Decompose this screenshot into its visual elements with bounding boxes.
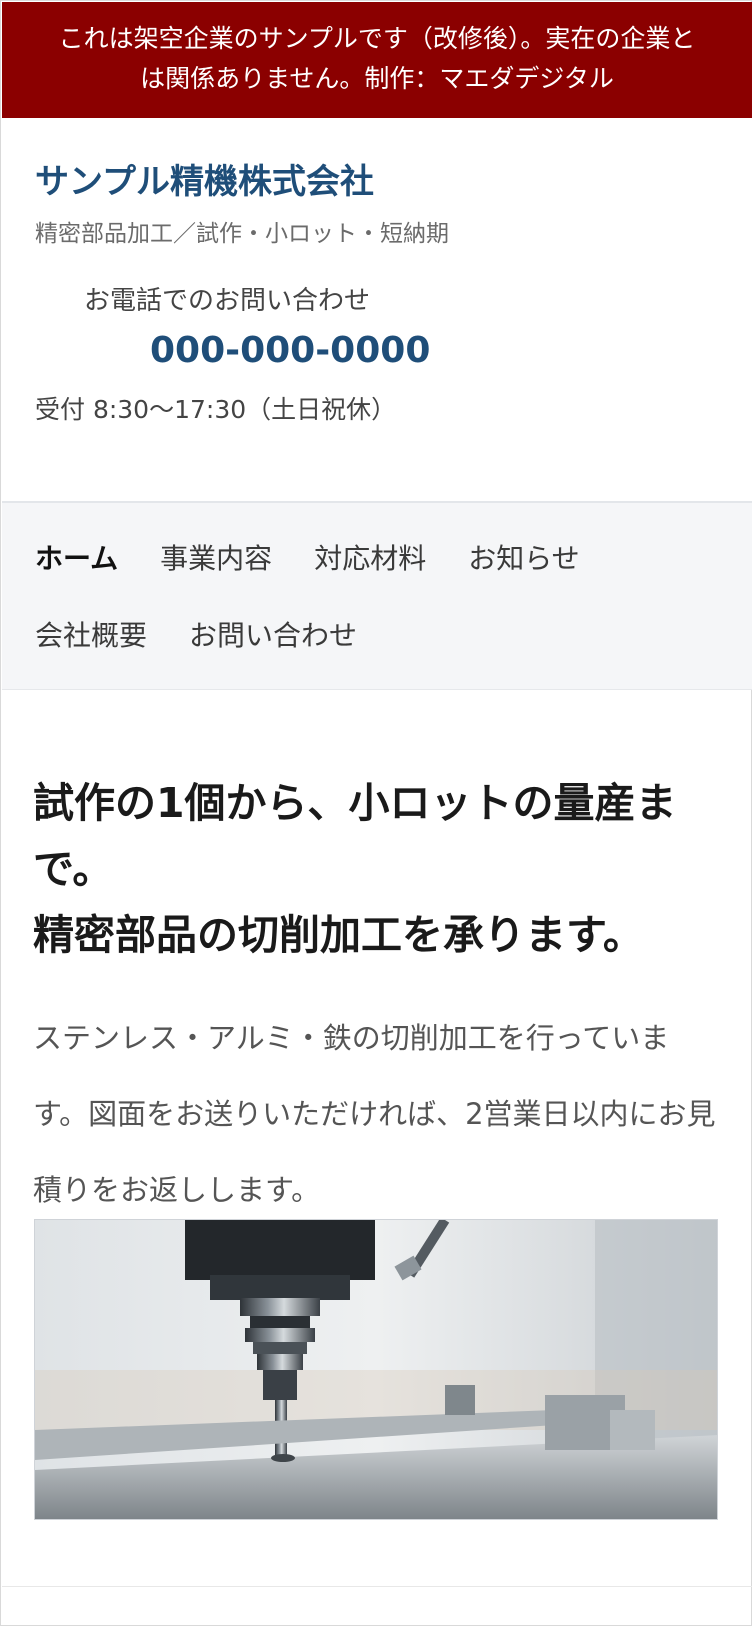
nav-item-contact[interactable]: お問い合わせ — [189, 614, 357, 654]
main-navigation: ホーム 事業内容 対応材料 お知らせ 会社概要 お問い合わせ — [2, 503, 752, 690]
hero-title-line-1: 試作の1個から、小ロットの量産ま — [33, 779, 677, 827]
company-name-logo[interactable]: サンプル精機株式会社 — [35, 154, 374, 203]
nav-item-news[interactable]: お知らせ — [468, 537, 579, 577]
nav-item-company[interactable]: 会社概要 — [35, 614, 147, 654]
nav-item-materials[interactable]: 対応材料 — [314, 537, 426, 577]
hero-title-line-3: 精密部品の切削加工を承ります。 — [33, 911, 644, 959]
notice-line-2: は関係ありません。制作：マエダデジタル — [140, 64, 614, 93]
section-divider — [2, 1586, 752, 1587]
hero-title: 試作の1個から、小ロットの量産ま で。 精密部品の切削加工を承ります。 — [33, 770, 723, 968]
company-tagline: 精密部品加工／試作・小ロット・短納期 — [35, 221, 449, 247]
nav-row-2: 会社概要 お問い合わせ — [35, 614, 357, 654]
business-hours: 受付 8:30〜17:30（土日祝休） — [35, 395, 397, 424]
hero-title-line-2: で。 — [33, 845, 114, 893]
notice-line-1: これは架空企業のサンプルです（改修後）。実在の企業と — [58, 24, 696, 53]
hero-description: ステンレス・アルミ・鉄の切削加工を行っています。図面をお送りいただければ、2営業… — [33, 1021, 716, 1207]
phone-number-link[interactable]: 000-000-0000 — [150, 330, 430, 371]
nav-item-home[interactable]: ホーム — [35, 537, 118, 577]
nav-row-1: ホーム 事業内容 対応材料 お知らせ — [35, 537, 580, 577]
sample-notice-banner: これは架空企業のサンプルです（改修後）。実在の企業と は関係ありません。制作：マ… — [2, 2, 752, 118]
cnc-milling-machine-photo — [34, 1219, 718, 1520]
nav-item-services[interactable]: 事業内容 — [160, 537, 272, 577]
site-header: サンプル精機株式会社 精密部品加工／試作・小ロット・短納期 お電話でのお問い合わ… — [2, 118, 752, 503]
phone-inquiry-label: お電話でのお問い合わせ — [84, 286, 371, 316]
